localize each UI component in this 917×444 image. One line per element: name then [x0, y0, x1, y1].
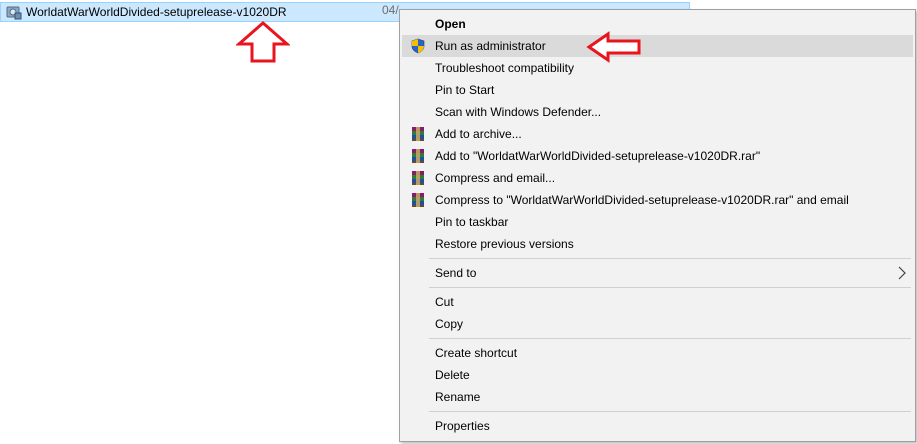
menu-item-label: Delete: [435, 368, 470, 382]
menu-item-label: Properties: [435, 419, 490, 433]
chevron-right-icon: [898, 266, 906, 280]
menu-item-label: Compress and email...: [435, 171, 556, 185]
menu-item-label: Cut: [435, 295, 454, 309]
menu-item-compress-to-rar-and-email[interactable]: Compress to "WorldatWarWorldDivided-setu…: [402, 189, 913, 211]
menu-item-open[interactable]: Open: [402, 13, 913, 35]
menu-item-rename[interactable]: Rename: [402, 386, 913, 408]
menu-item-restore-previous-versions[interactable]: Restore previous versions: [402, 233, 913, 255]
menu-item-cut[interactable]: Cut: [402, 291, 913, 313]
menu-item-copy[interactable]: Copy: [402, 313, 913, 335]
menu-item-label: Open: [435, 17, 466, 31]
menu-item-delete[interactable]: Delete: [402, 364, 913, 386]
file-date: 04/: [382, 3, 399, 17]
menu-item-add-to-rar[interactable]: Add to "WorldatWarWorldDivided-setuprele…: [402, 145, 913, 167]
menu-item-label: Compress to "WorldatWarWorldDivided-setu…: [435, 193, 849, 207]
menu-item-label: Scan with Windows Defender...: [435, 105, 602, 119]
menu-item-label: Troubleshoot compatibility: [435, 61, 574, 75]
context-menu: Open Run as administrator Troubleshoot c…: [399, 9, 916, 442]
menu-separator: [429, 287, 911, 288]
menu-item-properties[interactable]: Properties: [402, 415, 913, 437]
winrar-icon: [412, 149, 424, 163]
menu-item-label: Send to: [435, 266, 477, 280]
menu-item-pin-to-taskbar[interactable]: Pin to taskbar: [402, 211, 913, 233]
winrar-icon: [412, 171, 424, 185]
menu-item-compress-and-email[interactable]: Compress and email...: [402, 167, 913, 189]
left-arrow-annotation-icon: [586, 31, 641, 63]
menu-item-create-shortcut[interactable]: Create shortcut: [402, 342, 913, 364]
menu-item-label: Add to archive...: [435, 127, 522, 141]
file-name: WorldatWarWorldDivided-setuprelease-v102…: [26, 5, 287, 19]
menu-separator: [429, 411, 911, 412]
menu-item-label: Rename: [435, 390, 481, 404]
winrar-icon: [412, 127, 424, 141]
menu-item-run-as-administrator[interactable]: Run as administrator: [402, 35, 913, 57]
menu-item-label: Restore previous versions: [435, 237, 574, 251]
menu-item-pin-to-start[interactable]: Pin to Start: [402, 79, 913, 101]
menu-item-label: Add to "WorldatWarWorldDivided-setuprele…: [435, 149, 761, 163]
menu-separator: [429, 258, 911, 259]
menu-item-label: Pin to taskbar: [435, 215, 509, 229]
menu-item-label: Create shortcut: [435, 346, 518, 360]
menu-item-troubleshoot-compatibility[interactable]: Troubleshoot compatibility: [402, 57, 913, 79]
menu-item-scan-with-defender[interactable]: Scan with Windows Defender...: [402, 101, 913, 123]
menu-item-add-to-archive[interactable]: Add to archive...: [402, 123, 913, 145]
uac-shield-icon: [411, 38, 425, 54]
winrar-icon: [412, 193, 424, 207]
menu-item-label: Pin to Start: [435, 83, 495, 97]
menu-separator: [429, 338, 911, 339]
menu-item-send-to[interactable]: Send to: [402, 262, 913, 284]
installer-icon: [6, 6, 22, 20]
menu-item-label: Copy: [435, 317, 464, 331]
menu-item-label: Run as administrator: [435, 39, 546, 53]
up-arrow-annotation-icon: [236, 21, 290, 63]
